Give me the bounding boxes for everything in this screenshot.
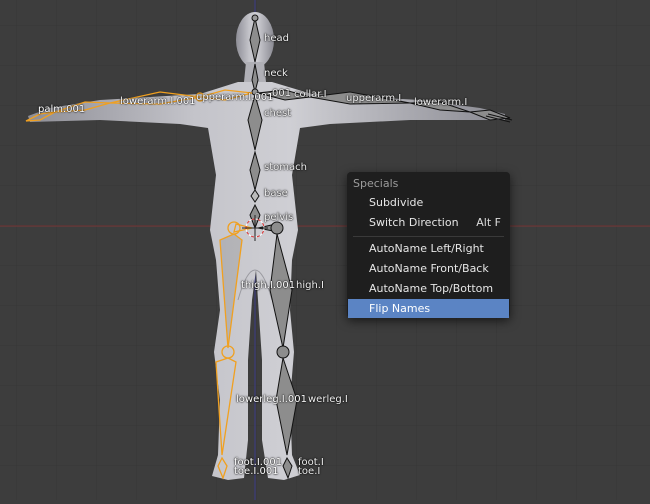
menu-item-label: Switch Direction bbox=[369, 216, 459, 229]
menu-item-label: AutoName Top/Bottom bbox=[369, 282, 494, 295]
bone-label-collar-r: collar.I bbox=[294, 89, 327, 100]
bone-label-head: head bbox=[264, 33, 289, 44]
menu-item-label: AutoName Left/Right bbox=[369, 242, 484, 255]
menu-item-label: AutoName Front/Back bbox=[369, 262, 489, 275]
menu-item-switch-direction[interactable]: Switch Direction Alt F bbox=[348, 213, 509, 232]
bone-label-base: base bbox=[264, 188, 288, 199]
menu-item-autoname-left-right[interactable]: AutoName Left/Right bbox=[348, 239, 509, 258]
bone-label-palm-l: palm.001 bbox=[38, 104, 86, 115]
bone-label-upperarm-l: upperarm.I.001 bbox=[196, 92, 274, 103]
bone-label-lowerleg-r: werleg.I bbox=[308, 394, 348, 405]
menu-item-label: Flip Names bbox=[369, 302, 431, 315]
bone-label-toe-r: toe.I bbox=[298, 466, 321, 477]
menu-item-label: Subdivide bbox=[369, 196, 424, 209]
3d-viewport[interactable]: head neck 001 collar.I chest upperarm.I … bbox=[0, 0, 650, 500]
menu-item-autoname-front-back[interactable]: AutoName Front/Back bbox=[348, 259, 509, 278]
menu-item-subdivide[interactable]: Subdivide bbox=[348, 193, 509, 212]
specials-menu: Specials Subdivide Switch Direction Alt … bbox=[347, 172, 510, 318]
bone-label-lowerarm-l: lowerarm.I.001 bbox=[120, 96, 196, 107]
menu-item-flip-names[interactable]: Flip Names bbox=[348, 299, 509, 318]
bone-label-lowerleg-l: lowerleg.I.001 bbox=[236, 394, 308, 405]
specials-menu-title: Specials bbox=[353, 177, 399, 190]
menu-item-shortcut: Alt F bbox=[476, 216, 501, 229]
bone-label-chest: chest bbox=[264, 108, 292, 119]
viewport-canvas[interactable] bbox=[0, 0, 650, 500]
bone-label-stomach: stomach bbox=[264, 162, 307, 173]
bone-label-thigh-l: thigh.I.001 bbox=[241, 280, 296, 291]
bone-label-upperarm-r: upperarm.I bbox=[346, 93, 402, 104]
bone-label-thigh-r: high.I bbox=[296, 280, 324, 291]
menu-item-autoname-top-bottom[interactable]: AutoName Top/Bottom bbox=[348, 279, 509, 298]
bone-label-pelvis: pelvis bbox=[264, 212, 294, 223]
menu-separator bbox=[353, 236, 504, 237]
floor-grid bbox=[0, 0, 650, 500]
bone-label-toe-l: toe.I.001 bbox=[234, 466, 279, 477]
bone-label-neck: neck bbox=[264, 68, 288, 79]
bone-label-collar-l: 001 bbox=[272, 88, 292, 99]
bone-label-lowerarm-r: lowerarm.I bbox=[414, 97, 468, 108]
